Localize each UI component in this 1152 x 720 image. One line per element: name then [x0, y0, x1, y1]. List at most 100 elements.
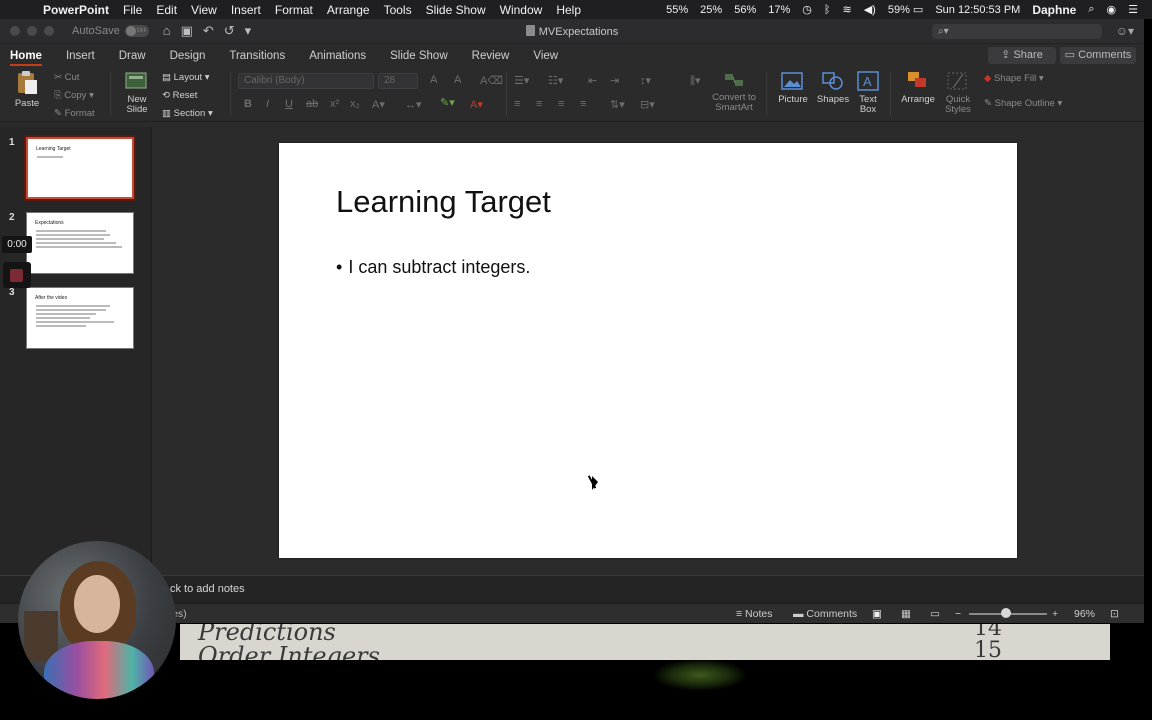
- picture-button[interactable]: Picture: [774, 70, 812, 105]
- highlight-color-icon[interactable]: ✎▾: [440, 96, 455, 109]
- webcam-bubble[interactable]: [18, 541, 176, 699]
- tab-home[interactable]: Home: [10, 50, 42, 66]
- layout-button[interactable]: ▤ Layout ▾: [162, 73, 210, 83]
- redo-icon[interactable]: ↺: [224, 23, 235, 39]
- slide-canvas[interactable]: Learning Target • I can subtract integers…: [279, 143, 1017, 558]
- menu-help[interactable]: Help: [549, 3, 588, 17]
- slide-thumbnail-2[interactable]: Expectations: [26, 212, 134, 274]
- siri-icon[interactable]: ◉: [1101, 3, 1123, 16]
- status-disk[interactable]: 56%: [728, 4, 762, 16]
- tab-view[interactable]: View: [533, 50, 558, 66]
- columns-icon[interactable]: ⫼▾: [690, 74, 701, 88]
- bluetooth-icon[interactable]: ᛒ: [818, 4, 837, 16]
- align-right-icon[interactable]: ≡: [558, 98, 564, 110]
- decrease-indent-icon[interactable]: ⇤: [588, 74, 597, 87]
- menu-insert[interactable]: Insert: [224, 3, 268, 17]
- tab-animations[interactable]: Animations: [309, 50, 366, 66]
- tab-draw[interactable]: Draw: [119, 50, 146, 66]
- wifi-icon[interactable]: ≋: [836, 3, 857, 16]
- align-center-icon[interactable]: ≡: [536, 98, 542, 110]
- character-spacing-icon[interactable]: ↔▾: [405, 98, 422, 111]
- slide-title[interactable]: Learning Target: [336, 184, 551, 220]
- justify-icon[interactable]: ≡: [580, 98, 586, 110]
- zoom-out-icon[interactable]: −: [955, 608, 961, 620]
- quick-styles-button[interactable]: Quick Styles: [942, 70, 974, 115]
- presenter-view-icon[interactable]: ▭: [930, 608, 940, 620]
- shape-outline-button[interactable]: ✎ Shape Outline ▾: [984, 99, 1062, 109]
- shape-fill-button[interactable]: ◆ Shape Fill ▾: [984, 74, 1044, 84]
- subscript-icon[interactable]: x₂: [350, 98, 360, 110]
- status-cpu[interactable]: 55%: [660, 4, 694, 16]
- slide-thumbnail-1[interactable]: Learning Target: [24, 135, 136, 201]
- time-machine-icon[interactable]: ◷: [796, 3, 818, 16]
- comments-button[interactable]: ▭ Comments: [1060, 47, 1136, 64]
- bold-icon[interactable]: B: [244, 98, 252, 110]
- tab-review[interactable]: Review: [472, 50, 510, 66]
- menu-format[interactable]: Format: [268, 3, 320, 17]
- comments-toggle[interactable]: ▬ Comments: [793, 608, 857, 620]
- user-name[interactable]: Daphne: [1026, 3, 1082, 17]
- increase-indent-icon[interactable]: ⇥: [610, 74, 619, 87]
- minimize-window-button[interactable]: [27, 26, 37, 36]
- tab-transitions[interactable]: Transitions: [229, 50, 285, 66]
- search-input[interactable]: ⌕▾: [932, 24, 1102, 39]
- menu-arrange[interactable]: Arrange: [320, 3, 377, 17]
- menu-file[interactable]: File: [116, 3, 149, 17]
- home-icon[interactable]: ⌂: [163, 23, 171, 39]
- menu-window[interactable]: Window: [493, 3, 550, 17]
- menu-slide-show[interactable]: Slide Show: [419, 3, 493, 17]
- normal-view-icon[interactable]: ▣: [872, 608, 882, 620]
- font-size-field[interactable]: 28: [378, 73, 418, 89]
- zoom-level[interactable]: 96%: [1074, 608, 1095, 620]
- close-window-button[interactable]: [10, 26, 20, 36]
- feedback-smiley-icon[interactable]: ☺▾: [1116, 24, 1134, 38]
- bullets-icon[interactable]: ☰▾: [514, 74, 529, 87]
- autosave-toggle[interactable]: OFF: [124, 25, 149, 37]
- customize-toolbar-icon[interactable]: ▾: [245, 23, 252, 39]
- volume-icon[interactable]: ◀): [858, 3, 882, 16]
- decrease-font-icon[interactable]: A: [454, 74, 461, 86]
- menu-edit[interactable]: Edit: [149, 3, 184, 17]
- cut-button[interactable]: ✂ Cut: [54, 73, 79, 83]
- underline-icon[interactable]: U: [285, 98, 293, 110]
- status-mem[interactable]: 25%: [694, 4, 728, 16]
- new-slide-button[interactable]: New Slide: [118, 70, 156, 115]
- tab-insert[interactable]: Insert: [66, 50, 95, 66]
- superscript-icon[interactable]: x²: [330, 98, 339, 110]
- stop-recording-button[interactable]: [3, 262, 31, 288]
- notes-toggle[interactable]: ≡ Notes: [736, 608, 772, 620]
- line-spacing-icon[interactable]: ↕▾: [640, 74, 651, 87]
- font-color-icon[interactable]: A▾: [470, 98, 483, 111]
- menu-tools[interactable]: Tools: [377, 3, 419, 17]
- spotlight-icon[interactable]: ⌕: [1082, 3, 1100, 16]
- fit-slide-icon[interactable]: ⊡: [1110, 608, 1119, 620]
- slide-bullet[interactable]: • I can subtract integers.: [336, 257, 530, 278]
- status-net[interactable]: 17%: [762, 4, 796, 16]
- reset-button[interactable]: ⟲ Reset: [162, 91, 197, 101]
- align-left-icon[interactable]: ≡: [514, 98, 520, 110]
- slide-thumbnail-3[interactable]: After the video: [26, 287, 134, 349]
- slide-sorter-icon[interactable]: ▦: [901, 608, 911, 620]
- tab-slide-show[interactable]: Slide Show: [390, 50, 448, 66]
- font-name-field[interactable]: Calibri (Body): [238, 73, 374, 89]
- save-icon[interactable]: ▣: [181, 23, 193, 39]
- increase-font-icon[interactable]: A: [430, 74, 437, 86]
- align-text-icon[interactable]: ⊟▾: [640, 98, 655, 111]
- text-box-button[interactable]: A Text Box: [852, 70, 884, 115]
- undo-icon[interactable]: ↶: [203, 23, 214, 39]
- copy-button[interactable]: ⎘ Copy ▾: [54, 91, 94, 101]
- battery-status[interactable]: 59% ▭: [882, 3, 929, 16]
- format-painter-button[interactable]: ✎ Format: [54, 109, 95, 119]
- text-effects-icon[interactable]: A▾: [372, 98, 385, 111]
- numbering-icon[interactable]: ☷▾: [548, 74, 563, 87]
- paste-button[interactable]: Paste: [10, 70, 44, 109]
- zoom-in-icon[interactable]: +: [1052, 608, 1058, 620]
- arrange-button[interactable]: Arrange: [898, 70, 938, 105]
- menu-view[interactable]: View: [184, 3, 224, 17]
- section-button[interactable]: ▥ Section ▾: [162, 109, 213, 119]
- notification-center-icon[interactable]: ☰: [1122, 3, 1144, 16]
- shapes-button[interactable]: Shapes: [814, 70, 852, 105]
- share-button[interactable]: ⇪ Share: [988, 47, 1056, 64]
- zoom-window-button[interactable]: [44, 26, 54, 36]
- italic-icon[interactable]: I: [266, 98, 269, 110]
